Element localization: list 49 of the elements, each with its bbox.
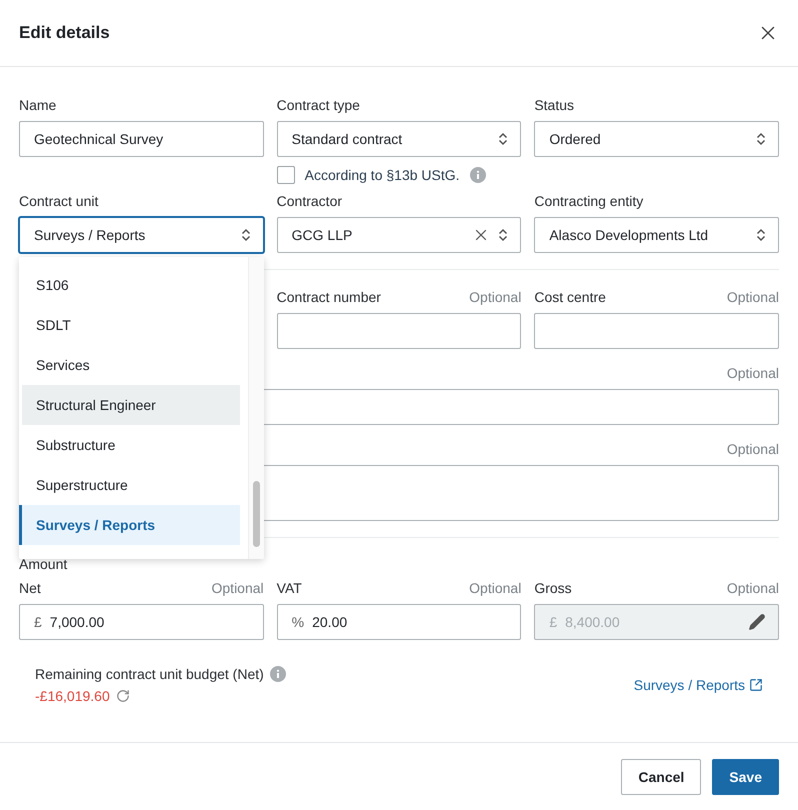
- field-label: Net: [19, 580, 41, 596]
- field-label: VAT: [276, 580, 302, 596]
- dropdown-option[interactable]: Surveys / Reports: [19, 505, 240, 545]
- field-label: Contract type: [276, 97, 360, 113]
- contract-unit-link[interactable]: Surveys / Reports: [634, 666, 763, 704]
- amount-field[interactable]: % 20.00: [276, 604, 522, 640]
- budget-label: Remaining contract unit budget (Net): [35, 666, 264, 682]
- select-field[interactable]: Surveys / Reports: [19, 217, 264, 253]
- field-label: Gross: [534, 580, 572, 596]
- select-field[interactable]: Ordered: [534, 121, 779, 157]
- field-label: Name: [19, 97, 56, 113]
- info-icon: [270, 666, 286, 682]
- select-field[interactable]: GCG LLP: [276, 217, 522, 253]
- save-button[interactable]: Save: [712, 758, 779, 794]
- sort-icon: [498, 228, 508, 242]
- cost-centre-field[interactable]: [534, 313, 779, 349]
- sort-icon: [240, 228, 251, 242]
- optional-hint: Optional: [212, 580, 264, 596]
- sort-icon: [756, 132, 766, 146]
- field-label: Contractor: [276, 193, 342, 209]
- external-link-icon: [749, 678, 763, 692]
- field-label: Cost centre: [534, 289, 606, 305]
- optional-hint: Optional: [469, 580, 522, 596]
- cancel-button[interactable]: Cancel: [621, 758, 702, 794]
- field-label: Contracting entity: [534, 193, 644, 209]
- dropdown-option[interactable]: Structural Engineer: [19, 385, 240, 425]
- amount-field[interactable]: £ 7,000.00: [19, 604, 264, 640]
- select-field[interactable]: Standard contract: [276, 121, 522, 157]
- field-label: Status: [534, 97, 574, 113]
- scrollbar-thumb[interactable]: [252, 481, 260, 547]
- field-label: Contract number: [276, 289, 381, 305]
- info-icon: [470, 167, 486, 183]
- select-field[interactable]: Alasco Developments Ltd: [534, 217, 779, 253]
- refresh-icon[interactable]: [116, 689, 130, 703]
- optional-hint: Optional: [726, 580, 779, 596]
- sort-icon: [756, 228, 766, 242]
- dialog-title: Edit details: [19, 23, 110, 43]
- optional-hint: Optional: [726, 365, 779, 381]
- budget-value: -£16,019.60: [35, 688, 110, 704]
- section-title: Amount: [19, 556, 68, 572]
- sort-icon: [498, 132, 508, 146]
- name-field[interactable]: Geotechnical Survey: [19, 121, 264, 157]
- checkbox[interactable]: [276, 166, 295, 184]
- optional-hint: Optional: [726, 441, 779, 457]
- checkbox-label: According to §13b UStG.: [304, 167, 460, 183]
- contract-number-field[interactable]: [276, 313, 522, 349]
- field-label: Contract unit: [19, 193, 98, 209]
- optional-hint: Optional: [726, 289, 779, 305]
- optional-hint: Optional: [469, 289, 522, 305]
